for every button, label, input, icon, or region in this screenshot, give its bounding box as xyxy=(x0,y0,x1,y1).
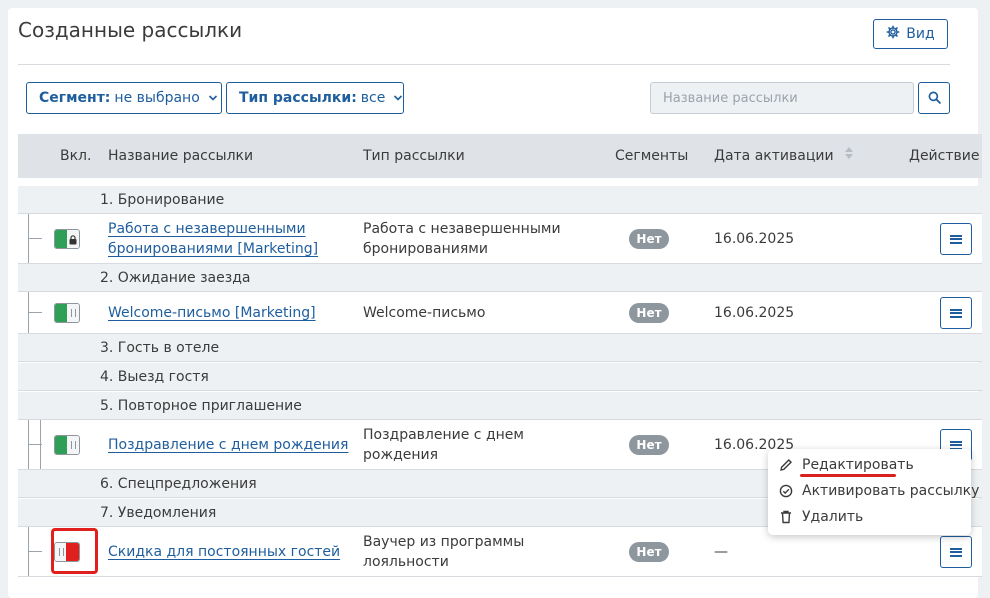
column-header-segments[interactable]: Сегменты xyxy=(615,134,688,178)
mailing-type: Welcome-письмо xyxy=(363,305,486,321)
group-label: 2. Ожидание заезда xyxy=(100,270,251,286)
group-row: 1. Бронирование xyxy=(18,186,982,214)
type-filter-button[interactable]: Тип рассылки: все xyxy=(226,82,404,114)
mailing-type: Ваучер из программы лояльности xyxy=(363,534,525,570)
group-label: 1. Бронирование xyxy=(100,192,225,208)
toggle-grip-icon xyxy=(70,441,76,449)
type-filter-value: все xyxy=(360,90,386,106)
menu-item-edit-label: Редактировать xyxy=(802,457,914,473)
mailing-name-link[interactable]: Работа с незавершенными бронированиями [… xyxy=(108,219,318,259)
tree-line xyxy=(28,551,42,552)
segments-badge: Нет xyxy=(629,435,669,455)
table-row: Welcome-письмо [Marketing] Welcome-письм… xyxy=(18,292,982,334)
activation-date: — xyxy=(714,544,728,560)
trash-icon xyxy=(778,510,794,524)
pencil-icon xyxy=(778,458,794,472)
chevron-down-icon xyxy=(393,90,403,106)
column-header-enabled: Вкл. xyxy=(60,148,92,164)
segment-filter-value: не выбрано xyxy=(114,90,200,106)
enable-toggle[interactable] xyxy=(54,229,80,249)
tree-line xyxy=(28,238,42,239)
gear-icon xyxy=(886,25,900,43)
tree-line xyxy=(28,444,42,445)
check-circle-icon xyxy=(778,484,794,498)
column-header-action: Действие xyxy=(909,148,980,164)
row-action-menu-button[interactable] xyxy=(940,536,972,568)
menu-item-delete[interactable]: Удалить xyxy=(778,504,863,530)
view-button[interactable]: Вид xyxy=(873,19,948,49)
search-icon xyxy=(928,89,941,108)
chevron-down-icon xyxy=(208,90,218,106)
search-button[interactable] xyxy=(918,82,950,114)
activation-date: 16.06.2025 xyxy=(714,231,795,247)
menu-icon xyxy=(950,547,962,557)
page-title: Созданные рассылки xyxy=(18,18,243,42)
mailing-name-link[interactable]: Скидка для постоянных гостей xyxy=(108,542,340,562)
group-label: 7. Уведомления xyxy=(100,505,217,521)
highlight-underline xyxy=(800,474,896,477)
toggle-grip-icon xyxy=(70,309,76,317)
group-label: 6. Спецпредложения xyxy=(100,476,257,492)
activation-date: 16.06.2025 xyxy=(714,305,795,321)
menu-icon xyxy=(950,234,962,244)
segments-badge: Нет xyxy=(629,542,669,562)
menu-item-delete-label: Удалить xyxy=(802,509,864,525)
segment-filter-button[interactable]: Сегмент: не выбрано xyxy=(26,82,222,114)
title-divider xyxy=(18,64,950,65)
lock-icon xyxy=(69,230,77,248)
enable-toggle[interactable] xyxy=(54,303,80,323)
group-row: 5. Повторное приглашение xyxy=(18,392,982,420)
sort-icon xyxy=(844,134,854,178)
column-header-type[interactable]: Тип рассылки xyxy=(363,134,465,178)
column-header-name[interactable]: Название рассылки xyxy=(108,134,253,178)
enable-toggle[interactable] xyxy=(54,435,80,455)
column-header-date[interactable]: Дата активации xyxy=(714,134,854,178)
menu-icon xyxy=(950,308,962,318)
segments-badge: Нет xyxy=(629,229,669,249)
group-row: 3. Гость в отеле xyxy=(18,334,982,362)
group-row: 2. Ожидание заезда xyxy=(18,264,982,292)
group-label: 5. Повторное приглашение xyxy=(100,398,302,414)
row-action-dropdown: Редактировать Активировать рассылку Удал… xyxy=(768,449,979,535)
mailing-type: Работа с незавершенными бронированиями xyxy=(363,221,561,257)
menu-item-activate[interactable]: Активировать рассылку xyxy=(778,478,979,504)
view-button-label: Вид xyxy=(906,26,935,42)
row-action-menu-button[interactable] xyxy=(940,223,972,255)
tree-line xyxy=(28,312,42,313)
mailing-name-link[interactable]: Welcome-письмо [Marketing] xyxy=(108,303,316,323)
segments-badge: Нет xyxy=(629,303,669,323)
group-row: 4. Выезд гостя xyxy=(18,363,982,391)
highlight-annotation xyxy=(51,528,98,574)
column-header-date-label: Дата активации xyxy=(714,148,834,164)
mailing-name-link[interactable]: Поздравление с днем рождения xyxy=(108,435,348,455)
row-action-menu-button[interactable] xyxy=(940,297,972,329)
mailing-type: Поздравление с днем рождения xyxy=(363,427,524,463)
group-label: 4. Выезд гостя xyxy=(100,369,209,385)
search-input[interactable] xyxy=(650,82,914,114)
table-header: Вкл. Название рассылки Тип рассылки Сегм… xyxy=(18,134,982,178)
type-filter-label: Тип рассылки: xyxy=(239,90,357,106)
menu-item-activate-label: Активировать рассылку xyxy=(802,483,980,499)
table-row: Работа с незавершенными бронированиями [… xyxy=(18,214,982,264)
group-label: 3. Гость в отеле xyxy=(100,340,220,356)
segment-filter-label: Сегмент: xyxy=(39,90,111,106)
